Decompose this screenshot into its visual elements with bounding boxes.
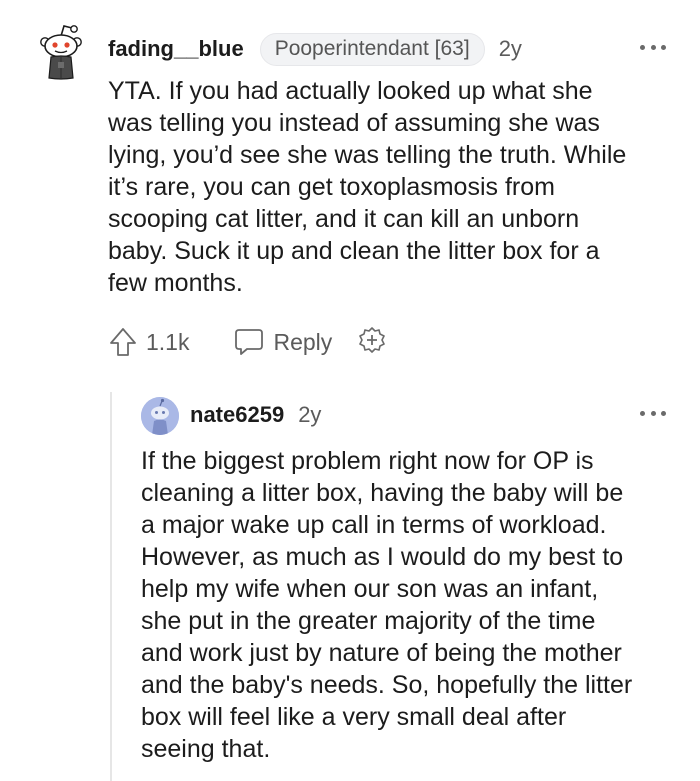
username[interactable]: nate6259 bbox=[190, 402, 284, 428]
comment-header: nate6259 2y bbox=[190, 400, 321, 430]
comment-body: If the biggest problem right now for OP … bbox=[141, 447, 633, 763]
comment-age: 2y bbox=[298, 402, 322, 427]
comment-nate6259: nate6259 2y If the biggest problem right… bbox=[0, 0, 700, 781]
more-options-icon[interactable] bbox=[640, 409, 666, 417]
default-avatar-icon[interactable] bbox=[141, 397, 179, 435]
